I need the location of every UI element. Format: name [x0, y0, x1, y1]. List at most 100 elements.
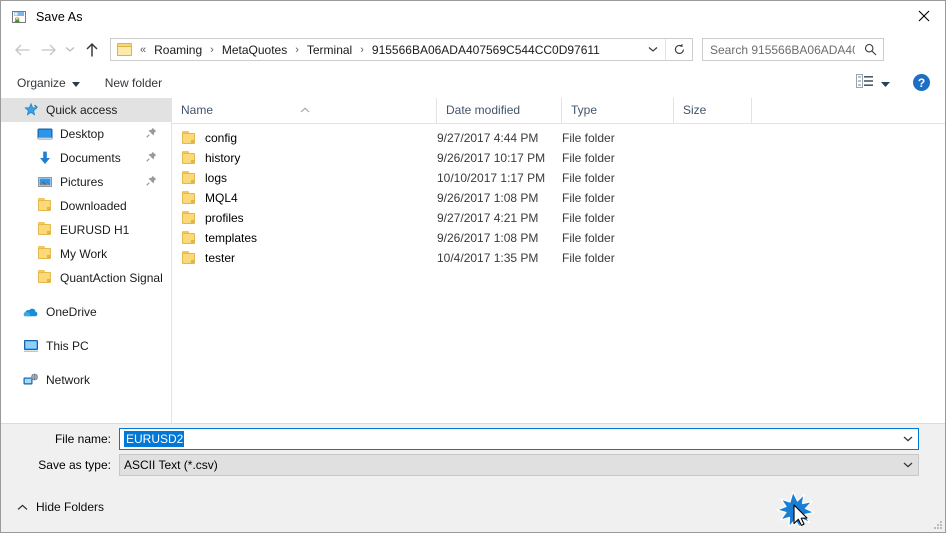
sidebar-item-desktop[interactable]: Desktop: [1, 122, 171, 146]
hide-folders-label: Hide Folders: [36, 500, 105, 514]
folder-icon: [181, 131, 197, 145]
save-as-type-value: ASCII Text (*.csv): [124, 458, 218, 472]
caret-down-icon: [881, 76, 890, 90]
resize-grip[interactable]: [932, 519, 944, 531]
chevron-down-icon[interactable]: [899, 429, 917, 449]
breadcrumb-item-metaquotes[interactable]: MetaQuotes: [219, 41, 290, 59]
pin-icon[interactable]: [146, 127, 157, 141]
save-as-type-label: Save as type:: [38, 458, 111, 472]
sidebar-item-onedrive[interactable]: OneDrive: [1, 300, 171, 324]
dialog-footer: Hide Folders Save Cancel: [1, 491, 945, 532]
folder-icon: [181, 171, 197, 185]
organize-button[interactable]: Organize: [10, 72, 87, 94]
save-form: File name: EURUSD2 Save as type: ASCII T…: [1, 423, 945, 492]
table-row[interactable]: tester 10/4/2017 1:35 PM File folder: [172, 248, 945, 268]
pictures-icon: [37, 174, 53, 190]
file-name-cell: MQL4: [172, 191, 437, 205]
sidebar-item-label: OneDrive: [46, 305, 97, 319]
sidebar-item-my-work[interactable]: My Work: [1, 242, 171, 266]
file-name-label: logs: [205, 171, 228, 185]
address-bar[interactable]: « Roaming › MetaQuotes › Terminal › 9155…: [110, 38, 693, 61]
sidebar-item-label: Downloaded: [60, 199, 127, 213]
column-header-size[interactable]: Size: [674, 98, 752, 123]
file-type-cell: File folder: [562, 211, 615, 225]
column-header-row: Name Date modified Type Size: [172, 98, 945, 124]
new-folder-button[interactable]: New folder: [98, 72, 169, 94]
documents-icon: [37, 150, 53, 166]
refresh-icon[interactable]: [665, 39, 692, 60]
sidebar-item-documents[interactable]: Documents: [1, 146, 171, 170]
column-header-type[interactable]: Type: [562, 98, 674, 123]
title-bar: Save As: [1, 1, 945, 32]
change-view-button[interactable]: [850, 70, 896, 95]
breadcrumb-separator[interactable]: ›: [205, 44, 219, 56]
search-icon[interactable]: [861, 39, 879, 60]
sidebar-item-this-pc[interactable]: This PC: [1, 334, 171, 358]
chevron-up-icon: [17, 500, 28, 514]
pin-icon[interactable]: [146, 151, 157, 165]
window-title: Save As: [36, 9, 83, 24]
column-header-name[interactable]: Name: [172, 98, 437, 123]
sidebar-item-label: Network: [46, 373, 91, 387]
column-header-date-modified[interactable]: Date modified: [437, 98, 562, 123]
network-icon: [23, 372, 39, 388]
sidebar-item-quantaction-signal[interactable]: QuantAction Signal: [1, 266, 171, 290]
sidebar-item-quick-access[interactable]: Quick access: [1, 98, 171, 122]
file-date-cell: 9/27/2017 4:21 PM: [437, 211, 539, 225]
table-row[interactable]: MQL4 9/26/2017 1:08 PM File folder: [172, 188, 945, 208]
this-pc-icon: [23, 338, 39, 354]
arrow-left-icon[interactable]: [9, 37, 35, 63]
folder-icon: [37, 270, 53, 286]
arrow-right-icon[interactable]: [35, 37, 61, 63]
breadcrumb-separator[interactable]: ›: [355, 44, 369, 56]
chevron-down-icon[interactable]: [899, 455, 917, 475]
file-name-cell: profiles: [172, 211, 437, 225]
breadcrumb-separator[interactable]: ›: [290, 44, 304, 56]
arrow-up-icon[interactable]: [79, 37, 105, 63]
file-date-cell: 10/10/2017 1:17 PM: [437, 171, 546, 185]
file-name-cell: history: [172, 151, 437, 165]
save-as-type-select[interactable]: ASCII Text (*.csv): [119, 454, 919, 476]
table-row[interactable]: history 9/26/2017 10:17 PM File folder: [172, 148, 945, 168]
pin-icon[interactable]: [146, 175, 157, 189]
breadcrumb-item-roaming[interactable]: Roaming: [151, 41, 205, 59]
chevron-down-icon[interactable]: [61, 37, 79, 63]
hide-folders-button[interactable]: Hide Folders: [13, 497, 108, 517]
help-button[interactable]: ?: [913, 74, 930, 91]
breadcrumb-item-guid[interactable]: 915566BA06ADA407569C544CC0D97611: [369, 41, 603, 59]
search-input[interactable]: Search 915566BA06ADA40756...: [702, 38, 884, 61]
save-as-dialog: Save As « Roaming › MetaQuotes › Termina…: [0, 0, 946, 533]
file-type-cell: File folder: [562, 231, 615, 245]
column-header-filler: [752, 98, 942, 123]
list-view-icon: [856, 74, 874, 91]
table-row[interactable]: templates 9/26/2017 1:08 PM File folder: [172, 228, 945, 248]
file-name-label: MQL4: [205, 191, 238, 205]
folder-icon: [181, 151, 197, 165]
sidebar-item-downloaded[interactable]: Downloaded: [1, 194, 171, 218]
search-placeholder: Search 915566BA06ADA40756...: [710, 42, 855, 57]
breadcrumb-overflow[interactable]: «: [135, 44, 151, 56]
breadcrumb-item-terminal[interactable]: Terminal: [304, 41, 355, 59]
sidebar-item-label: Desktop: [60, 127, 105, 141]
sidebar-item-eurusd-h1[interactable]: EURUSD H1: [1, 218, 171, 242]
sidebar-item-network[interactable]: Network: [1, 368, 171, 392]
table-row[interactable]: config 9/27/2017 4:44 PM File folder: [172, 128, 945, 148]
sidebar-item-label: This PC: [46, 339, 89, 353]
sidebar-item-pictures[interactable]: Pictures: [1, 170, 171, 194]
folder-icon: [181, 231, 197, 245]
file-name-label: tester: [205, 251, 236, 265]
navigation-bar: « Roaming › MetaQuotes › Terminal › 9155…: [1, 32, 945, 67]
table-row[interactable]: profiles 9/27/2017 4:21 PM File folder: [172, 208, 945, 228]
file-type-cell: File folder: [562, 131, 615, 145]
file-name-input[interactable]: EURUSD2: [119, 428, 919, 450]
chevron-down-icon[interactable]: [642, 39, 664, 60]
table-row[interactable]: logs 10/10/2017 1:17 PM File folder: [172, 168, 945, 188]
folder-icon: [181, 211, 197, 225]
desktop-icon: [37, 126, 53, 142]
close-icon[interactable]: [901, 1, 945, 31]
file-name-label: history: [205, 151, 241, 165]
star-pin-icon: [23, 102, 39, 118]
folder-icon: [181, 191, 197, 205]
sidebar-item-label: Documents: [60, 151, 121, 165]
